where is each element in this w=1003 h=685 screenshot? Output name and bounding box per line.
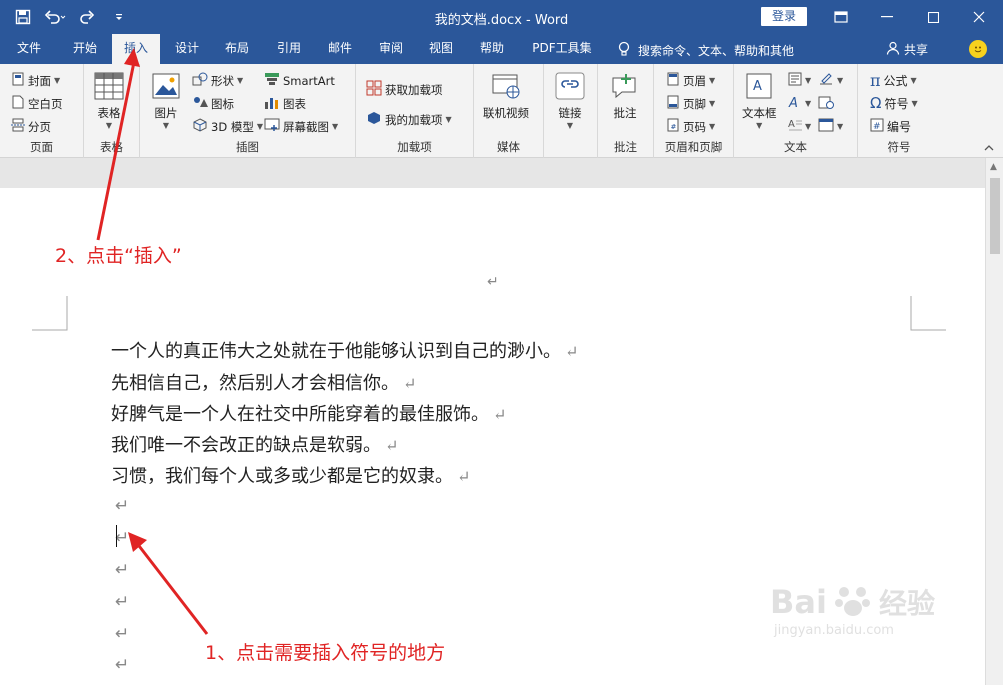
arrow-to-insert-tab — [96, 61, 136, 241]
arrowhead-cursor — [128, 532, 147, 552]
annotation-step-1: 1、点击需要插入符号的地方 — [205, 642, 446, 664]
arrowhead-insert — [124, 48, 140, 67]
annotation-step-2: 2、点击“插入” — [55, 245, 182, 267]
baidu-watermark: Bai 经验 jingyan.baidu.com — [770, 580, 935, 639]
arrow-to-cursor — [134, 541, 209, 635]
paw-icon — [833, 580, 873, 623]
